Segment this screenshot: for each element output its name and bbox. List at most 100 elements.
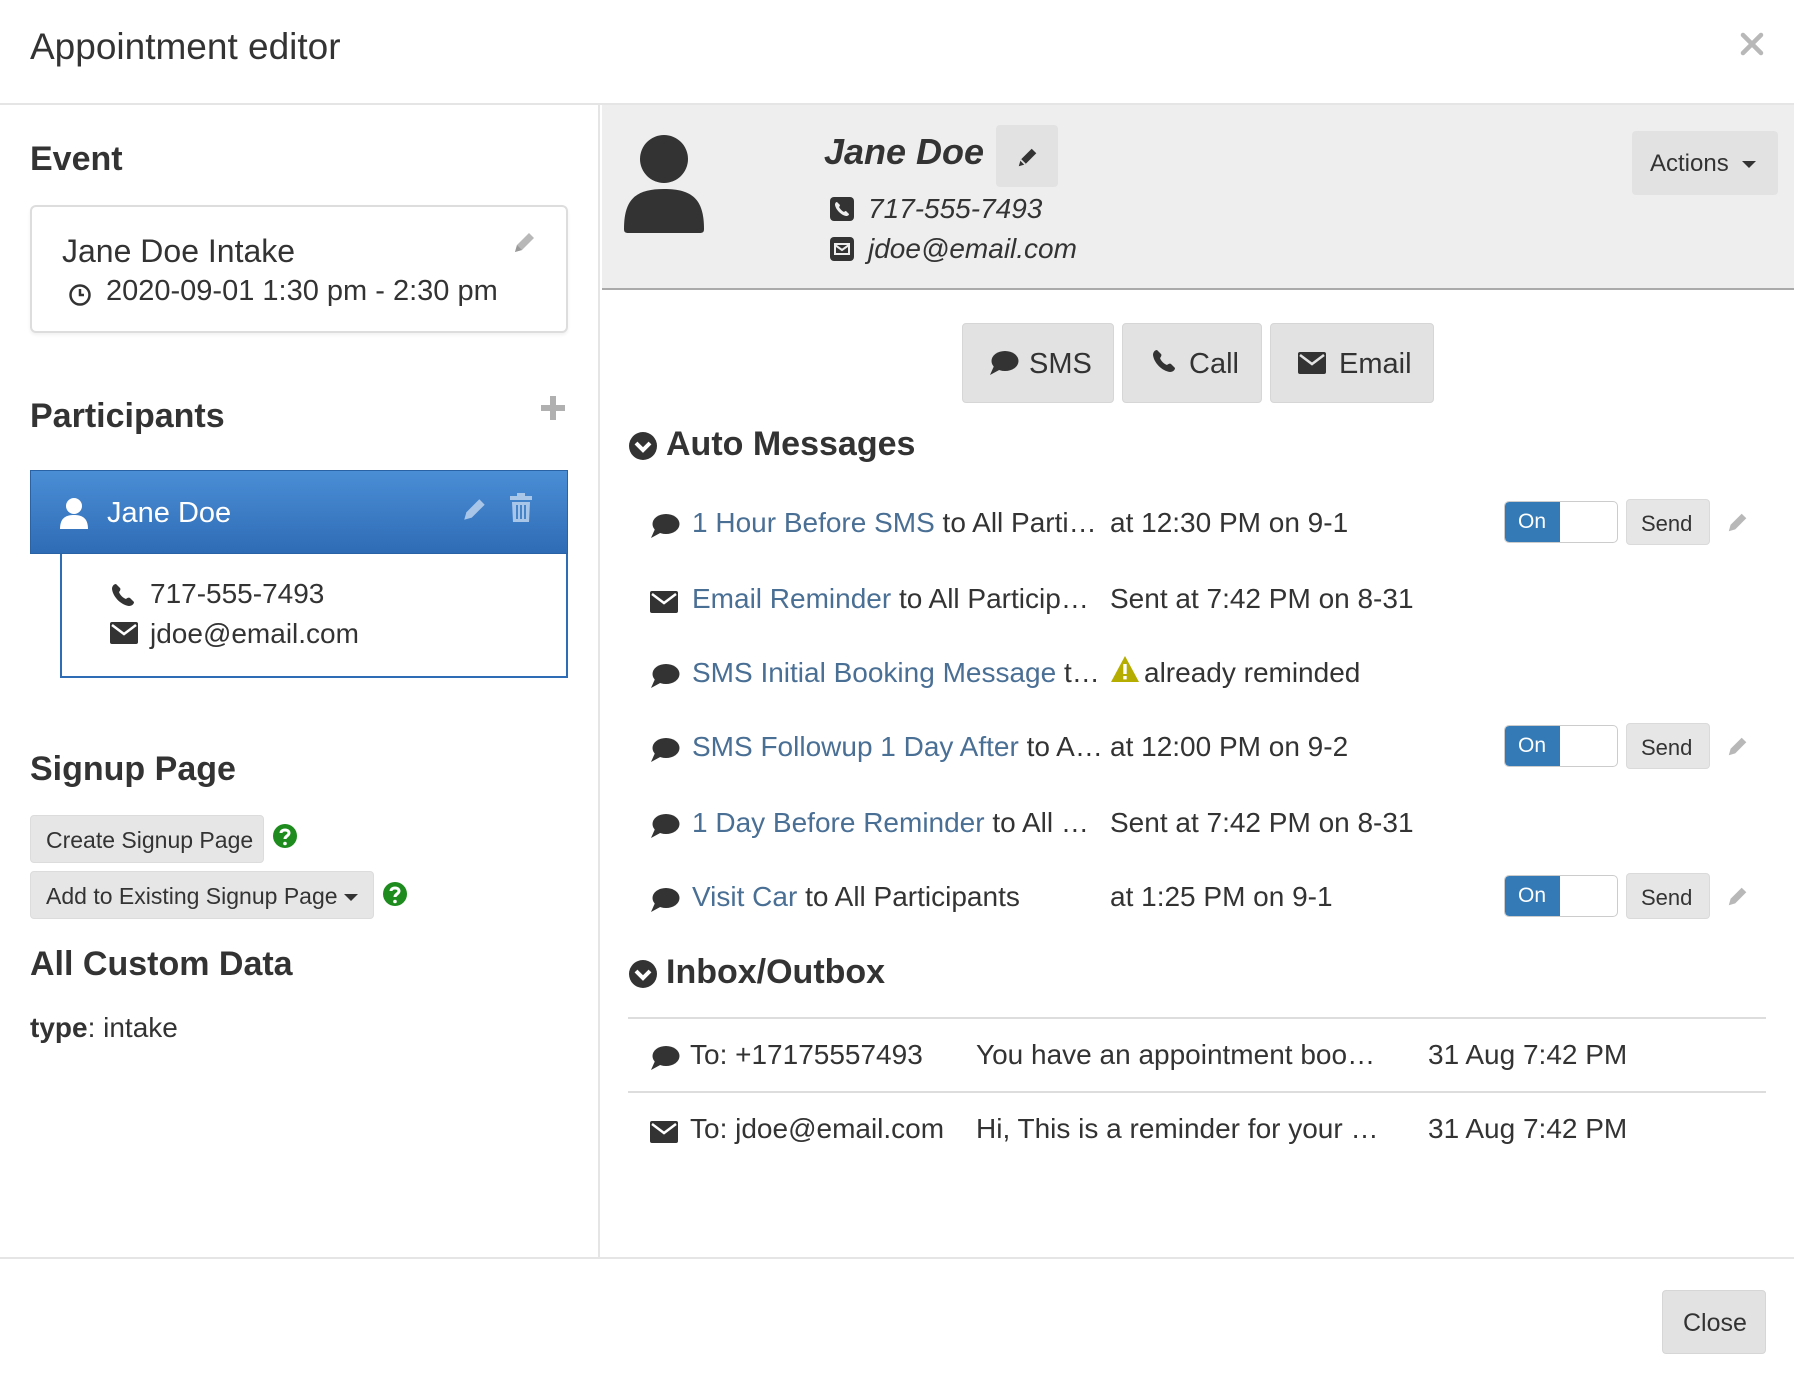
sms-button[interactable]: SMS bbox=[962, 323, 1114, 403]
dialog-header: Appointment editor bbox=[0, 0, 1794, 105]
phone-square-icon bbox=[830, 197, 854, 221]
trash-icon[interactable] bbox=[509, 493, 533, 523]
pencil-icon[interactable] bbox=[1726, 734, 1750, 758]
pencil-icon[interactable] bbox=[512, 229, 538, 255]
email-button[interactable]: Email bbox=[1270, 323, 1434, 403]
event-heading: Event bbox=[30, 140, 123, 178]
auto-message-link[interactable]: 1 Day Before Reminder bbox=[692, 807, 985, 838]
send-button-label: Send bbox=[1641, 735, 1693, 760]
auto-message-warning: already reminded bbox=[1144, 657, 1361, 688]
message-recipient: To: +17175557493 bbox=[690, 1039, 923, 1070]
auto-message-link[interactable]: Email Reminder bbox=[692, 583, 891, 614]
help-icon[interactable] bbox=[382, 881, 408, 907]
close-button-label: Close bbox=[1683, 1309, 1747, 1337]
sms-button-label: SMS bbox=[1029, 348, 1092, 380]
send-button[interactable]: Send bbox=[1626, 499, 1710, 545]
participant-details: 717-555-7493 jdoe@email.com bbox=[60, 554, 568, 678]
comment-icon bbox=[651, 514, 680, 538]
auto-message-time: at 1:25 PM on 9-1 bbox=[1110, 881, 1333, 912]
add-to-existing-signup-page-label: Add to Existing Signup Page bbox=[46, 883, 338, 909]
auto-message-link[interactable]: 1 Hour Before SMS bbox=[692, 507, 935, 538]
auto-message-time: Sent at 7:42 PM on 8-31 bbox=[1110, 583, 1414, 614]
event-card: Jane Doe Intake 2020-09-01 1:30 pm - 2:3… bbox=[30, 205, 568, 333]
comment-icon bbox=[651, 1046, 680, 1070]
participant-phone: 717-555-7493 bbox=[150, 578, 325, 609]
auto-message-time: at 12:00 PM on 9-2 bbox=[1110, 731, 1349, 762]
auto-message-row: Email Reminder to All Participants Sent … bbox=[602, 575, 1794, 625]
warning-icon bbox=[1111, 656, 1139, 682]
participant-email: jdoe@email.com bbox=[150, 618, 359, 649]
auto-message-description: 1 Hour Before SMS to All Participants bbox=[692, 507, 1104, 538]
right-panel: Jane Doe 717-555-7493 jdoe@email.com Act… bbox=[602, 105, 1794, 1257]
add-participant-icon[interactable] bbox=[538, 393, 568, 423]
participant-header[interactable]: Jane Doe bbox=[30, 470, 568, 554]
message-date: 31 Aug 7:42 PM bbox=[1428, 1113, 1628, 1144]
phone-icon bbox=[1153, 350, 1175, 372]
left-panel: Event Jane Doe Intake 2020-09-01 1:30 pm… bbox=[0, 105, 600, 1257]
dialog-footer: Close bbox=[0, 1257, 1794, 1382]
contact-phone: 717-555-7493 bbox=[868, 193, 1043, 224]
add-to-existing-signup-page-button[interactable]: Add to Existing Signup Page bbox=[30, 871, 374, 919]
auto-message-link[interactable]: SMS Initial Booking Message bbox=[692, 657, 1056, 688]
message-row[interactable]: To: jdoe@email.com Hi, This is a reminde… bbox=[628, 1093, 1766, 1165]
auto-message-description: SMS Followup 1 Day After to All Particip… bbox=[692, 731, 1104, 762]
contact-panel: Jane Doe 717-555-7493 jdoe@email.com Act… bbox=[602, 105, 1794, 290]
auto-message-link[interactable]: SMS Followup 1 Day After bbox=[692, 731, 1019, 762]
call-button-label: Call bbox=[1189, 348, 1239, 380]
comment-icon bbox=[990, 351, 1019, 375]
message-preview: Hi, This is a reminder for your appointm… bbox=[976, 1113, 1384, 1144]
email-button-label: Email bbox=[1339, 348, 1412, 380]
auto-message-time: Sent at 7:42 PM on 8-31 bbox=[1110, 807, 1414, 838]
auto-message-row: 1 Hour Before SMS to All Participants at… bbox=[602, 499, 1794, 549]
send-button-label: Send bbox=[1641, 511, 1693, 536]
auto-message-row: SMS Initial Booking Message to All Parti… bbox=[602, 649, 1794, 699]
participant-name: Jane Doe bbox=[107, 497, 232, 529]
envelope-icon bbox=[650, 1121, 678, 1143]
auto-message-description: 1 Day Before Reminder to All Participant… bbox=[692, 807, 1104, 838]
phone-icon bbox=[112, 584, 134, 606]
edit-contact-button[interactable] bbox=[996, 125, 1058, 187]
send-button[interactable]: Send bbox=[1626, 873, 1710, 919]
chevron-circle-down-icon[interactable] bbox=[628, 431, 658, 461]
toggle-on-label: On bbox=[1518, 510, 1547, 533]
participant-card[interactable]: Jane Doe 717-555-7493 jdoe@email.com bbox=[30, 470, 568, 692]
custom-data-item: type: intake bbox=[30, 1012, 178, 1043]
comment-icon bbox=[651, 738, 680, 762]
help-icon[interactable] bbox=[272, 823, 298, 849]
event-time: 2020-09-01 1:30 pm - 2:30 pm bbox=[106, 275, 498, 307]
message-row[interactable]: To: +17175557493 You have an appointment… bbox=[628, 1019, 1766, 1091]
comment-icon bbox=[651, 888, 680, 912]
caret-down-icon bbox=[344, 894, 358, 901]
create-signup-page-label: Create Signup Page bbox=[46, 827, 254, 853]
pencil-icon[interactable] bbox=[1726, 884, 1750, 908]
auto-message-description: Email Reminder to All Participants bbox=[692, 583, 1104, 614]
call-button[interactable]: Call bbox=[1122, 323, 1262, 403]
auto-message-description: SMS Initial Booking Message to All Parti… bbox=[692, 657, 1104, 688]
contact-name: Jane Doe bbox=[824, 131, 985, 172]
auto-message-time: at 12:30 PM on 9-1 bbox=[1110, 507, 1349, 538]
envelope-icon bbox=[110, 622, 138, 644]
custom-data-key: type bbox=[30, 1012, 88, 1043]
auto-message-row: Visit Car to All Participants at 1:25 PM… bbox=[602, 873, 1794, 923]
auto-message-row: SMS Followup 1 Day After to All Particip… bbox=[602, 723, 1794, 773]
auto-message-toggle[interactable]: On bbox=[1504, 875, 1618, 917]
message-date: 31 Aug 7:42 PM bbox=[1428, 1039, 1628, 1070]
actions-dropdown-button[interactable]: Actions bbox=[1632, 131, 1778, 195]
pencil-icon[interactable] bbox=[1726, 510, 1750, 534]
chevron-circle-down-icon[interactable] bbox=[628, 959, 658, 989]
auto-message-toggle[interactable]: On bbox=[1504, 501, 1618, 543]
auto-messages-heading: Auto Messages bbox=[666, 425, 916, 463]
close-icon[interactable] bbox=[1738, 30, 1766, 58]
auto-message-toggle[interactable]: On bbox=[1504, 725, 1618, 767]
envelope-square-icon bbox=[830, 237, 854, 261]
send-button-label: Send bbox=[1641, 885, 1693, 910]
caret-down-icon bbox=[1742, 161, 1756, 168]
user-icon bbox=[60, 498, 88, 529]
auto-message-link[interactable]: Visit Car bbox=[692, 881, 797, 912]
create-signup-page-button[interactable]: Create Signup Page bbox=[30, 815, 264, 863]
close-button[interactable]: Close bbox=[1662, 1290, 1766, 1354]
comment-icon bbox=[651, 814, 680, 838]
send-button[interactable]: Send bbox=[1626, 723, 1710, 769]
pencil-icon[interactable] bbox=[461, 495, 489, 523]
avatar-icon bbox=[624, 135, 704, 233]
